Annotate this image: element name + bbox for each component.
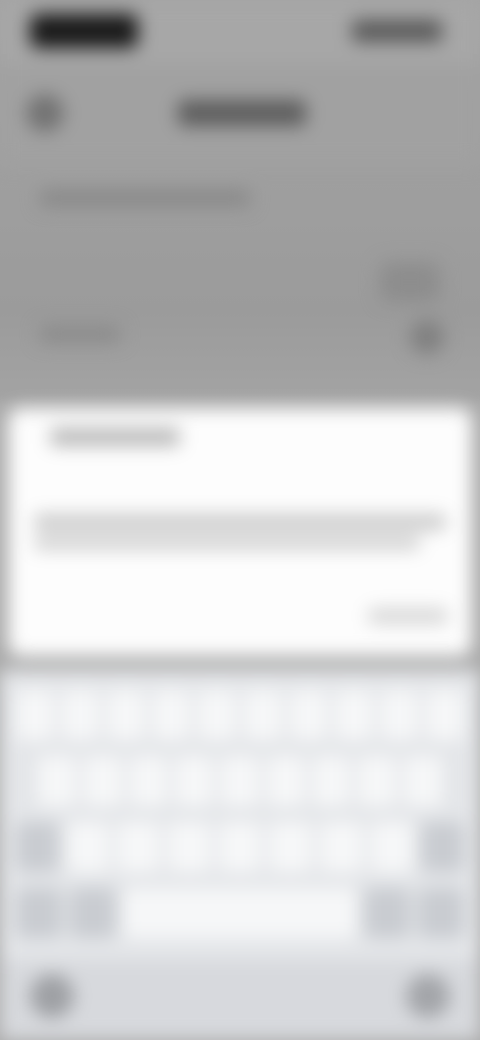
key[interactable] xyxy=(175,756,214,806)
key[interactable] xyxy=(38,756,76,806)
dialog xyxy=(8,408,472,656)
blurred-content xyxy=(0,0,480,1040)
key[interactable] xyxy=(16,690,54,740)
shift-key[interactable] xyxy=(16,822,59,872)
key[interactable] xyxy=(269,822,313,872)
row-action-icon[interactable] xyxy=(410,320,444,354)
keyboard-row-4 xyxy=(16,888,464,938)
key[interactable] xyxy=(83,756,122,806)
key[interactable] xyxy=(320,822,363,872)
key[interactable] xyxy=(218,822,262,872)
content-field[interactable] xyxy=(380,262,440,302)
key[interactable] xyxy=(129,756,168,806)
keyboard-bottom-bar xyxy=(0,960,480,1040)
status-bar xyxy=(0,0,480,64)
dialog-action-button[interactable] xyxy=(368,608,448,624)
key[interactable] xyxy=(266,756,305,806)
row-label xyxy=(40,326,120,342)
key[interactable] xyxy=(152,690,191,740)
back-arrow-icon[interactable] xyxy=(26,94,64,132)
dialog-body-line-2 xyxy=(34,536,420,550)
content-text xyxy=(40,190,250,206)
key[interactable] xyxy=(335,690,373,740)
page-title xyxy=(178,100,306,126)
dialog-body xyxy=(34,514,446,530)
key[interactable] xyxy=(221,756,259,806)
enter-key[interactable] xyxy=(417,888,464,938)
backspace-key[interactable] xyxy=(421,822,465,872)
key[interactable] xyxy=(66,822,110,872)
key[interactable] xyxy=(107,690,145,740)
key[interactable] xyxy=(370,822,414,872)
key[interactable] xyxy=(404,756,443,806)
period-key[interactable] xyxy=(363,888,410,938)
keyboard-hide-icon[interactable] xyxy=(30,974,74,1018)
app-bar xyxy=(0,64,480,164)
key[interactable] xyxy=(426,690,464,740)
key[interactable] xyxy=(198,690,236,740)
dialog-title xyxy=(50,428,180,446)
keyboard-row-2 xyxy=(38,756,443,806)
soft-keyboard xyxy=(0,670,480,960)
key[interactable] xyxy=(117,822,161,872)
phone-screen xyxy=(0,0,480,1040)
keyboard-row-1 xyxy=(16,690,464,740)
keyboard-row-3 xyxy=(16,822,465,872)
key[interactable] xyxy=(380,690,419,740)
key[interactable] xyxy=(61,690,100,740)
key[interactable] xyxy=(168,822,211,872)
space-key[interactable] xyxy=(124,888,356,938)
mic-icon[interactable] xyxy=(406,974,450,1018)
status-icons xyxy=(352,20,442,42)
symbols-key[interactable] xyxy=(16,888,63,938)
key[interactable] xyxy=(312,756,351,806)
status-time xyxy=(30,14,138,48)
key[interactable] xyxy=(243,690,282,740)
emoji-key[interactable] xyxy=(70,888,117,938)
key[interactable] xyxy=(289,690,328,740)
key[interactable] xyxy=(358,756,397,806)
